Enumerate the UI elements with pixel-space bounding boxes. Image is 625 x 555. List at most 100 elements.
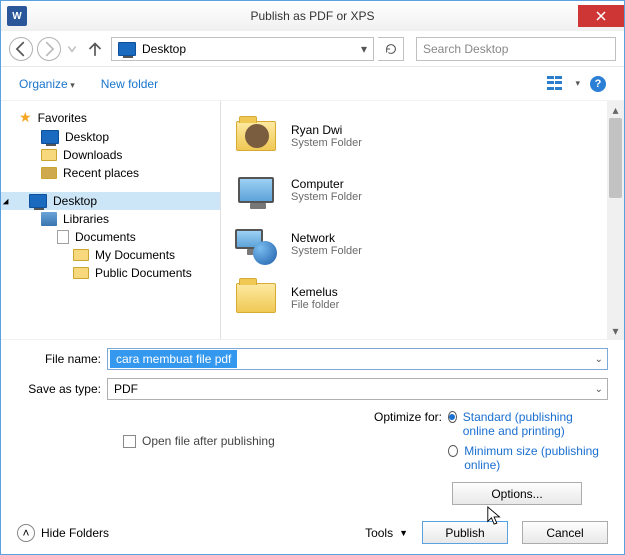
folder-icon xyxy=(73,249,89,261)
sidebar-item-recent[interactable]: Recent places xyxy=(1,164,220,182)
sidebar-item-label: Downloads xyxy=(63,148,122,162)
sidebar-item-label: Documents xyxy=(75,230,136,244)
sidebar-item-desktop[interactable]: Desktop xyxy=(1,128,220,146)
scrollbar[interactable]: ▴ ▾ xyxy=(607,101,624,339)
item-type: System Folder xyxy=(291,245,362,257)
computer-icon xyxy=(238,177,274,203)
chevron-down-icon: ⌄ xyxy=(595,354,603,365)
search-input[interactable]: Search Desktop xyxy=(416,37,616,61)
scroll-down-button[interactable]: ▾ xyxy=(607,322,624,339)
checkbox-label: Open file after publishing xyxy=(142,434,275,448)
options-button[interactable]: Options... xyxy=(452,482,582,505)
window-title: Publish as PDF or XPS xyxy=(1,9,624,23)
radio-icon xyxy=(448,445,458,457)
cancel-button[interactable]: Cancel xyxy=(522,521,608,544)
main-area: ★ Favorites Desktop Downloads Recent pla… xyxy=(1,101,624,339)
sidebar-item-publicdocuments[interactable]: Public Documents xyxy=(1,264,220,282)
list-item[interactable]: KemelusFile folder xyxy=(235,273,610,323)
sidebar-item-label: Desktop xyxy=(65,130,109,144)
radio-label: Minimum size (publishing online) xyxy=(464,444,608,472)
publish-button[interactable]: Publish xyxy=(422,521,508,544)
form-area: File name: cara membuat file pdf ⌄ Save … xyxy=(1,339,624,511)
user-folder-icon xyxy=(236,121,276,151)
word-icon: W xyxy=(7,6,27,26)
sidebar-item-label: Public Documents xyxy=(95,266,192,280)
close-icon xyxy=(596,11,606,21)
open-after-checkbox[interactable]: Open file after publishing xyxy=(123,410,275,472)
save-type-label: Save as type: xyxy=(17,382,101,396)
item-name: Network xyxy=(291,231,362,245)
chevron-down-icon: ⌄ xyxy=(595,384,603,395)
save-type-select[interactable]: PDF ⌄ xyxy=(107,378,608,400)
organize-button[interactable]: Organize xyxy=(19,77,75,91)
list-item[interactable]: ComputerSystem Folder xyxy=(235,165,610,215)
view-dropdown[interactable]: ▾ xyxy=(575,78,580,89)
search-placeholder: Search Desktop xyxy=(423,42,508,56)
item-name: Ryan Dwi xyxy=(291,123,362,137)
file-name-label: File name: xyxy=(17,352,101,366)
globe-icon xyxy=(253,241,277,265)
new-folder-button[interactable]: New folder xyxy=(101,77,158,91)
list-item[interactable]: Ryan DwiSystem Folder xyxy=(235,111,610,161)
sidebar-item-downloads[interactable]: Downloads xyxy=(1,146,220,164)
item-name: Computer xyxy=(291,177,362,191)
desktop-icon xyxy=(118,42,136,56)
recent-dropdown[interactable] xyxy=(65,37,79,61)
chevron-down-icon: ▾ xyxy=(361,42,367,56)
tools-button[interactable]: Tools▼ xyxy=(365,526,408,540)
item-name: Kemelus xyxy=(291,285,339,299)
scroll-up-button[interactable]: ▴ xyxy=(607,101,624,118)
folder-icon xyxy=(236,283,276,313)
folder-icon xyxy=(41,149,57,161)
sidebar-item-label: Libraries xyxy=(63,212,109,226)
help-button[interactable]: ? xyxy=(590,76,606,92)
sidebar: ★ Favorites Desktop Downloads Recent pla… xyxy=(1,101,221,339)
tools-label: Tools xyxy=(365,526,393,540)
scroll-thumb[interactable] xyxy=(609,118,622,198)
checkbox-icon xyxy=(123,435,136,448)
nav-bar: Desktop ▾ Search Desktop xyxy=(1,31,624,67)
radio-label: Standard (publishing online and printing… xyxy=(463,410,608,438)
content-pane: Ryan DwiSystem Folder ComputerSystem Fol… xyxy=(221,101,624,339)
titlebar: W Publish as PDF or XPS xyxy=(1,1,624,31)
sidebar-item-desktop-root[interactable]: Desktop xyxy=(1,192,220,210)
footer: ˄ Hide Folders Tools▼ Publish Cancel xyxy=(1,511,624,554)
sidebar-item-label: My Documents xyxy=(95,248,175,262)
item-type: System Folder xyxy=(291,191,362,203)
close-button[interactable] xyxy=(578,5,624,27)
view-mode-button[interactable] xyxy=(547,76,565,92)
desktop-icon xyxy=(41,130,59,144)
radio-minimum[interactable]: Minimum size (publishing online) xyxy=(448,444,608,472)
folder-icon xyxy=(73,267,89,279)
item-type: File folder xyxy=(291,299,339,311)
file-name-input[interactable]: cara membuat file pdf ⌄ xyxy=(107,348,608,370)
sidebar-item-libraries[interactable]: Libraries xyxy=(1,210,220,228)
sidebar-label: Favorites xyxy=(38,111,87,125)
expand-icon xyxy=(3,198,11,206)
refresh-button[interactable] xyxy=(378,37,404,61)
documents-icon xyxy=(57,230,69,244)
sidebar-item-mydocuments[interactable]: My Documents xyxy=(1,246,220,264)
sidebar-item-label: Desktop xyxy=(53,194,97,208)
location-breadcrumb[interactable]: Desktop ▾ xyxy=(111,37,374,61)
hide-folders-label: Hide Folders xyxy=(41,526,109,540)
sidebar-item-documents[interactable]: Documents xyxy=(1,228,220,246)
radio-standard[interactable]: Standard (publishing online and printing… xyxy=(448,410,608,438)
save-type-value: PDF xyxy=(108,382,144,396)
star-icon: ★ xyxy=(19,109,32,126)
chevron-up-icon: ˄ xyxy=(17,524,35,542)
libraries-icon xyxy=(41,212,57,226)
back-button[interactable] xyxy=(9,37,33,61)
hide-folders-button[interactable]: ˄ Hide Folders xyxy=(17,524,109,542)
file-name-value: cara membuat file pdf xyxy=(110,350,237,368)
recent-icon xyxy=(41,167,57,179)
radio-icon xyxy=(448,411,457,423)
sidebar-favorites-header[interactable]: ★ Favorites xyxy=(1,107,220,128)
item-type: System Folder xyxy=(291,137,362,149)
sidebar-item-label: Recent places xyxy=(63,166,139,180)
desktop-icon xyxy=(29,194,47,208)
up-button[interactable] xyxy=(83,37,107,61)
optimize-label: Optimize for: xyxy=(374,410,442,472)
list-item[interactable]: NetworkSystem Folder xyxy=(235,219,610,269)
forward-button[interactable] xyxy=(37,37,61,61)
